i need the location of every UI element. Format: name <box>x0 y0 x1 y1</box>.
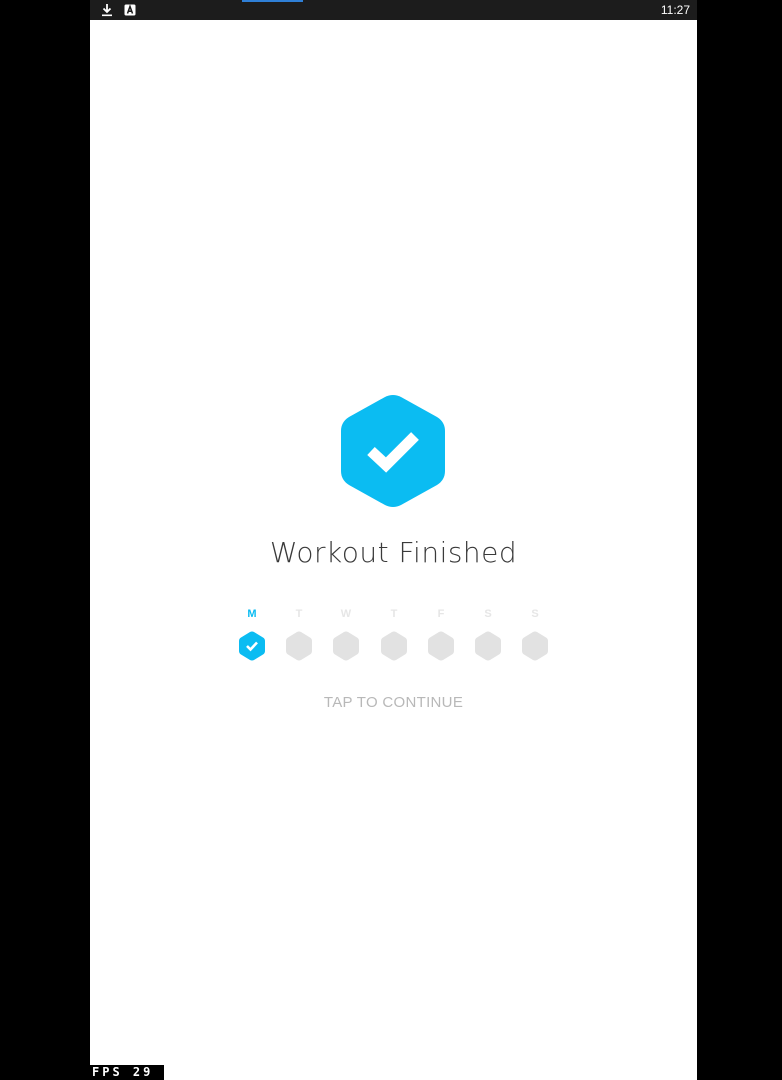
day-sunday: S <box>521 608 549 668</box>
app-screen: 11:27 Workout Finished M T W T F S S TAP… <box>90 0 697 1080</box>
day-tuesday: T <box>285 608 313 668</box>
day-wednesday: W <box>332 608 360 668</box>
status-time: 11:27 <box>660 3 690 17</box>
fps-counter: FPS 29 <box>90 1065 164 1080</box>
day-monday: M <box>238 608 266 668</box>
inactive-day-hexagon-icon <box>522 631 548 661</box>
day-letter: M <box>247 608 257 620</box>
inactive-day-hexagon-icon <box>428 631 454 661</box>
day-friday: F <box>427 608 455 668</box>
workout-finished-screen[interactable]: Workout Finished M T W T F S S TAP TO CO… <box>90 20 697 1080</box>
fps-label: FPS <box>92 1065 123 1079</box>
day-letter: W <box>340 608 352 620</box>
tap-to-continue-button[interactable]: TAP TO CONTINUE <box>90 694 697 711</box>
a-icon <box>124 4 136 16</box>
completed-day-check-icon <box>239 631 265 661</box>
day-letter: T <box>390 608 398 620</box>
status-bar: 11:27 <box>90 0 697 20</box>
day-saturday: S <box>474 608 502 668</box>
inactive-day-hexagon-icon <box>333 631 359 661</box>
day-letter: T <box>295 608 303 620</box>
week-progress: M T W T F S S <box>90 608 697 668</box>
download-icon <box>102 4 112 17</box>
fps-value: 29 <box>132 1065 154 1079</box>
inactive-day-hexagon-icon <box>381 631 407 661</box>
status-bar-indicator <box>242 0 303 2</box>
day-letter: S <box>531 608 539 620</box>
check-badge-icon <box>341 395 445 507</box>
day-letter: F <box>437 608 445 620</box>
page-title: Workout Finished <box>269 536 518 569</box>
inactive-day-hexagon-icon <box>475 631 501 661</box>
day-letter: S <box>484 608 492 620</box>
day-thursday: T <box>380 608 408 668</box>
inactive-day-hexagon-icon <box>286 631 312 661</box>
